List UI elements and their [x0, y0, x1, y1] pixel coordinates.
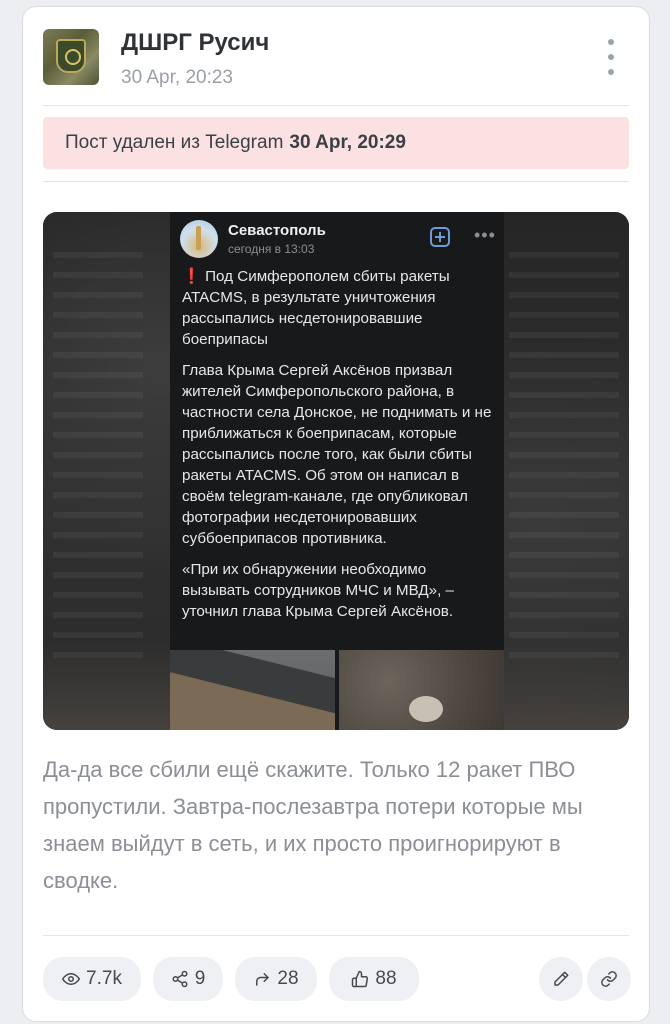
reposts-counter[interactable]: 9 — [153, 957, 223, 1001]
channel-name[interactable]: ДШРГ Русич — [121, 29, 269, 57]
deleted-notice-datetime: 30 Apr, 20:29 — [289, 132, 406, 153]
avatar-emblem — [56, 39, 86, 73]
edit-button[interactable] — [539, 957, 583, 1001]
views-counter[interactable]: 7.7k — [43, 957, 141, 1001]
embedded-headline: ❗ Под Симферополем сбиты ракеты ATACMS, … — [182, 266, 492, 350]
embedded-post-text: ❗ Под Симферополем сбиты ракеты ATACMS, … — [182, 266, 492, 632]
copy-link-button[interactable] — [587, 957, 631, 1001]
embedded-paragraph-2: «При их обнаружении необходимо вызывать … — [182, 561, 455, 620]
embedded-post-time: сегодня в 13:03 — [228, 242, 315, 256]
eye-icon — [62, 972, 81, 986]
divider — [43, 181, 629, 182]
embedded-paragraph-1: Глава Крыма Сергей Аксёнов призвал жител… — [182, 362, 492, 547]
likes-counter[interactable]: 88 — [329, 957, 419, 1001]
reposts-count: 9 — [194, 968, 206, 989]
link-icon — [601, 971, 617, 987]
shares-counter[interactable]: 28 — [235, 957, 317, 1001]
channel-avatar[interactable] — [43, 29, 99, 85]
horizontal-dots-icon: ••• — [474, 225, 496, 245]
thumbs-up-icon — [352, 970, 369, 988]
deleted-notice: Пост удален из Telegram 30 Apr, 20:29 — [43, 117, 629, 169]
forward-arrow-icon — [256, 973, 270, 986]
embedded-author-name: Севастополь — [228, 222, 326, 239]
views-count: 7.7k — [86, 968, 122, 989]
embedded-headline-text: Под Симферополем сбиты ракеты ATACMS, в … — [182, 268, 450, 348]
embedded-screenshot: Севастополь сегодня в 13:03 ••• ❗ Под Си… — [170, 212, 504, 730]
embedded-photo-ground — [339, 650, 504, 730]
pencil-icon — [554, 971, 569, 986]
exclamation-icon: ❗ — [182, 268, 201, 285]
post-stats-bar: 7.7k 9 28 88 — [43, 957, 631, 1001]
divider — [43, 105, 629, 106]
shares-count: 28 — [277, 968, 299, 989]
post-header: ДШРГ Русич 30 Apr, 20:23 — [43, 29, 629, 89]
post-card: ДШРГ Русич 30 Apr, 20:23 Пост удален из … — [22, 6, 650, 1022]
add-square-icon — [430, 227, 450, 247]
likes-count: 88 — [375, 968, 397, 989]
post-text: Да-да все сбили ещё скажите. Только 12 р… — [43, 757, 583, 893]
embedded-photo-road — [170, 650, 335, 730]
embedded-photos — [170, 650, 504, 730]
more-options-icon[interactable] — [601, 39, 621, 75]
divider — [43, 935, 629, 936]
deleted-notice-text: Пост удален из Telegram — [65, 132, 284, 153]
post-image[interactable]: Севастополь сегодня в 13:03 ••• ❗ Под Си… — [43, 212, 629, 730]
embedded-author-avatar — [180, 220, 218, 258]
post-time: 30 Apr, 20:23 — [121, 67, 233, 88]
share-nodes-icon — [172, 970, 188, 988]
